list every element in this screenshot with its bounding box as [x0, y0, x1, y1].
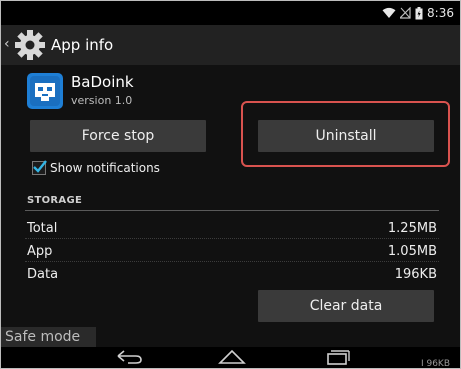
show-notifications-label: Show notifications	[50, 161, 160, 175]
action-bar[interactable]: ‹ App info	[1, 25, 460, 65]
show-notifications-checkbox[interactable]	[32, 160, 47, 175]
force-stop-button[interactable]: Force stop	[30, 120, 206, 152]
safe-mode-indicator: Safe mode	[1, 327, 96, 347]
storage-row-value: 196KB	[394, 267, 437, 282]
storage-row-label: Total	[27, 221, 58, 236]
storage-row-value: 1.25MB	[387, 221, 437, 236]
storage-row-value: 1.05MB	[387, 244, 437, 259]
home-icon[interactable]	[217, 347, 247, 368]
status-bar: 8:36	[1, 1, 460, 25]
checkmark-icon	[33, 160, 47, 173]
app-info-content: BaDoink version 1.0 Force stop Uninstall…	[1, 65, 460, 347]
page-title: App info	[51, 36, 114, 54]
storage-row-data: Data 196KB	[27, 267, 437, 287]
navigation-bar: I 96KB	[1, 347, 460, 368]
status-time: 8:36	[427, 6, 454, 20]
badoink-app-icon	[27, 73, 63, 109]
row-divider	[25, 261, 439, 263]
storage-section-header: STORAGE	[27, 195, 83, 206]
signal-icon	[400, 7, 411, 19]
app-version: version 1.0	[71, 94, 133, 107]
row-divider	[25, 238, 439, 240]
settings-gear-icon[interactable]	[13, 28, 47, 66]
wifi-icon	[382, 7, 396, 19]
storage-row-label: Data	[27, 267, 59, 282]
chevron-left-icon[interactable]: ‹	[4, 37, 10, 51]
app-name: BaDoink	[71, 73, 134, 91]
status-icons: 8:36	[382, 4, 454, 22]
screen-frame: 8:36 ‹ App info BaDoink version 1.0 Forc…	[0, 0, 461, 369]
storage-row-label: App	[27, 244, 53, 259]
uninstall-highlight-box	[241, 101, 450, 167]
recents-icon[interactable]	[322, 347, 352, 368]
show-notifications-row[interactable]: Show notifications	[32, 160, 160, 175]
clear-data-button[interactable]: Clear data	[258, 290, 434, 322]
section-divider	[25, 210, 439, 211]
storage-peek-text: I 96KB	[420, 359, 450, 369]
back-icon[interactable]	[114, 347, 144, 368]
battery-icon	[415, 6, 423, 20]
